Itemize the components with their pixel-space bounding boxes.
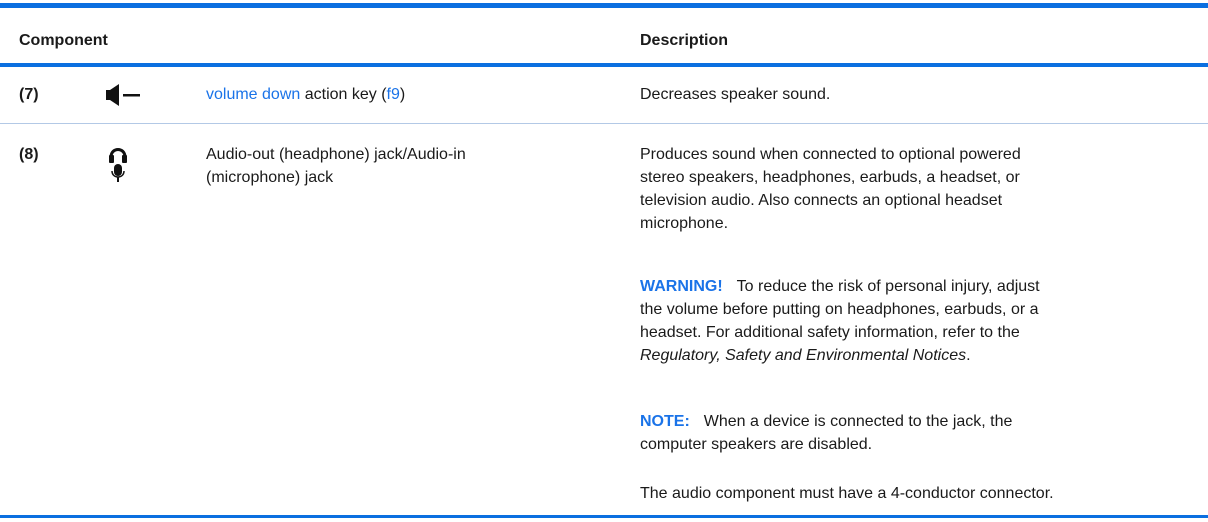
connector-requirement: The audio component must have a 4-conduc…: [640, 485, 1054, 502]
note-label: NOTE:: [640, 413, 690, 430]
row-divider: [0, 123, 1208, 124]
header-component: Component: [19, 32, 108, 49]
notices-reference: Regulatory, Safety and Environmental Not…: [640, 347, 967, 364]
row-8-component-name: Audio-out (headphone) jack/Audio-in (mic…: [206, 146, 466, 186]
table-header-rule: [0, 63, 1208, 67]
headset-microphone-icon: [108, 143, 128, 188]
volume-down-link[interactable]: volume down: [206, 86, 300, 103]
row-8-number: (8): [19, 146, 39, 163]
note-callout: NOTE: When a device is connected to the j…: [640, 413, 1013, 453]
header-description: Description: [640, 32, 729, 49]
f9-key-link[interactable]: f9: [387, 86, 400, 103]
table-top-rule: [0, 3, 1208, 8]
warning-label: WARNING!: [640, 278, 723, 295]
warning-callout: WARNING! To reduce the risk of personal i…: [640, 278, 1040, 364]
row-7-number: (7): [19, 86, 39, 103]
volume-down-icon: [106, 84, 142, 111]
row-7-description: Decreases speaker sound.: [640, 86, 831, 103]
table-bottom-rule: [0, 515, 1208, 518]
row-8-description: Produces sound when connected to optiona…: [640, 146, 1021, 232]
row-7-component-name: volume down action key (f9): [206, 86, 406, 103]
